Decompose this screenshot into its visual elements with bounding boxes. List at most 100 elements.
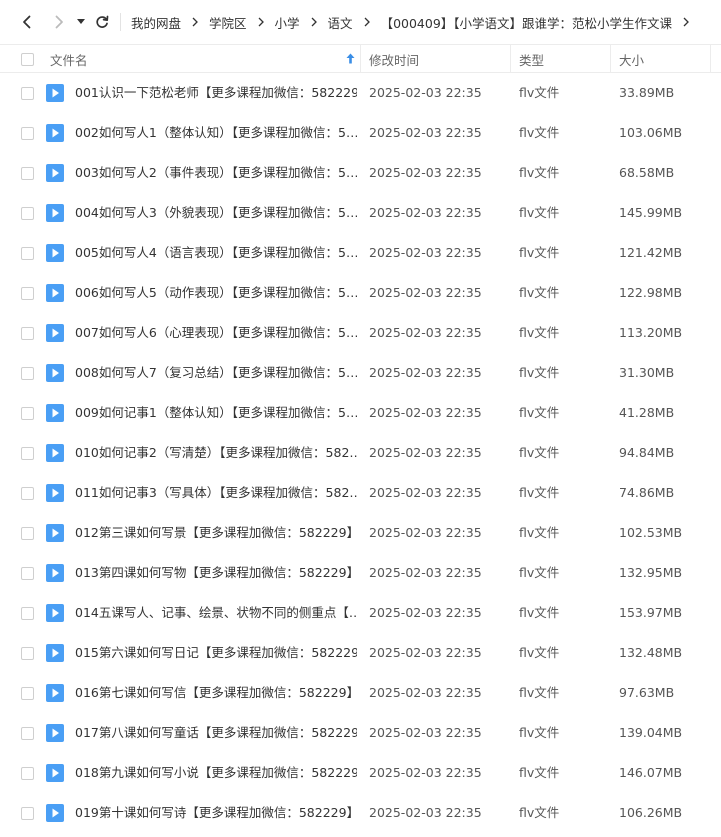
row-checkbox[interactable] bbox=[21, 367, 34, 380]
row-checkbox[interactable] bbox=[21, 607, 34, 620]
file-name[interactable]: 013第四课如何写物【更多课程加微信：582229】… bbox=[75, 553, 357, 593]
file-row[interactable]: 010如何记事2（写清楚）【更多课程加微信：582… 2025-02-03 22:… bbox=[0, 433, 721, 473]
file-name[interactable]: 004如何写人3（外貌表现）【更多课程加微信：5… bbox=[75, 193, 357, 233]
file-row[interactable]: 013第四课如何写物【更多课程加微信：582229】… 2025-02-03 22… bbox=[0, 553, 721, 593]
file-modified: 2025-02-03 22:35 bbox=[369, 445, 482, 460]
column-header-type[interactable]: 类型 bbox=[510, 45, 610, 73]
forward-button[interactable] bbox=[44, 7, 74, 37]
file-name[interactable]: 014五课写人、记事、绘景、状物不同的侧重点【… bbox=[75, 593, 357, 633]
file-row[interactable]: 017第八课如何写童话【更多课程加微信：582229… 2025-02-03 22… bbox=[0, 713, 721, 753]
file-row[interactable]: 019第十课如何写诗【更多课程加微信：582229】… 2025-02-03 22… bbox=[0, 793, 721, 833]
breadcrumb-item[interactable]: 我的网盘 bbox=[131, 13, 181, 32]
file-row[interactable]: 011如何记事3（写具体）【更多课程加微信：582… 2025-02-03 22:… bbox=[0, 473, 721, 513]
file-name[interactable]: 003如何写人2（事件表现）【更多课程加微信：5… bbox=[75, 153, 357, 193]
file-type: flv文件 bbox=[519, 565, 560, 580]
row-checkbox[interactable] bbox=[21, 207, 34, 220]
row-checkbox[interactable] bbox=[21, 567, 34, 580]
file-modified: 2025-02-03 22:35 bbox=[369, 805, 482, 820]
file-name[interactable]: 002如何写人1（整体认知）【更多课程加微信：5… bbox=[75, 113, 357, 153]
breadcrumb-item[interactable]: 语文 bbox=[328, 13, 353, 32]
row-checkbox[interactable] bbox=[21, 447, 34, 460]
file-modified: 2025-02-03 22:35 bbox=[369, 725, 482, 740]
toolbar: 我的网盘 学院区 小学 语文 【000409】【小学语文】跟谁学：范松小学生作文… bbox=[0, 0, 721, 44]
file-size: 33.89MB bbox=[619, 85, 675, 100]
column-type-label: 类型 bbox=[519, 52, 545, 68]
file-modified: 2025-02-03 22:35 bbox=[369, 685, 482, 700]
file-modified: 2025-02-03 22:35 bbox=[369, 765, 482, 780]
video-file-icon bbox=[46, 364, 64, 382]
file-name[interactable]: 011如何记事3（写具体）【更多课程加微信：582… bbox=[75, 473, 357, 513]
file-row[interactable]: 005如何写人4（语言表现）【更多课程加微信：5… 2025-02-03 22:3… bbox=[0, 233, 721, 273]
breadcrumb-item-current[interactable]: 【000409】【小学语文】跟谁学：范松小学生作文课 bbox=[381, 13, 672, 32]
file-size: 31.30MB bbox=[619, 365, 675, 380]
file-name[interactable]: 009如何记事1（整体认知）【更多课程加微信：5… bbox=[75, 393, 357, 433]
file-modified: 2025-02-03 22:35 bbox=[369, 245, 482, 260]
file-row[interactable]: 018第九课如何写小说【更多课程加微信：582229… 2025-02-03 22… bbox=[0, 753, 721, 793]
file-row[interactable]: 014五课写人、记事、绘景、状物不同的侧重点【… 2025-02-03 22:35… bbox=[0, 593, 721, 633]
column-header-size[interactable]: 大小 bbox=[610, 45, 710, 73]
file-size: 41.28MB bbox=[619, 405, 675, 420]
file-type: flv文件 bbox=[519, 445, 560, 460]
chevron-right-icon bbox=[311, 17, 317, 27]
sort-ascending-icon[interactable] bbox=[346, 53, 355, 64]
file-row[interactable]: 009如何记事1（整体认知）【更多课程加微信：5… 2025-02-03 22:3… bbox=[0, 393, 721, 433]
file-row[interactable]: 016第七课如何写信【更多课程加微信：582229】… 2025-02-03 22… bbox=[0, 673, 721, 713]
file-name[interactable]: 018第九课如何写小说【更多课程加微信：582229… bbox=[75, 753, 357, 793]
file-name[interactable]: 001认识一下范松老师【更多课程加微信：582229… bbox=[75, 73, 357, 113]
row-checkbox[interactable] bbox=[21, 807, 34, 820]
video-file-icon bbox=[46, 84, 64, 102]
file-name[interactable]: 008如何写人7（复习总结）【更多课程加微信：5… bbox=[75, 353, 357, 393]
chevron-left-icon bbox=[23, 15, 31, 29]
file-row[interactable]: 012第三课如何写景【更多课程加微信：582229】… 2025-02-03 22… bbox=[0, 513, 721, 553]
file-name[interactable]: 012第三课如何写景【更多课程加微信：582229】… bbox=[75, 513, 357, 553]
file-row[interactable]: 007如何写人6（心理表现）【更多课程加微信：5… 2025-02-03 22:3… bbox=[0, 313, 721, 353]
file-modified: 2025-02-03 22:35 bbox=[369, 565, 482, 580]
file-name[interactable]: 006如何写人5（动作表现）【更多课程加微信：5… bbox=[75, 273, 357, 313]
row-checkbox[interactable] bbox=[21, 487, 34, 500]
row-checkbox[interactable] bbox=[21, 727, 34, 740]
column-modified-label: 修改时间 bbox=[369, 52, 420, 68]
row-checkbox[interactable] bbox=[21, 527, 34, 540]
file-size: 121.42MB bbox=[619, 245, 683, 260]
row-checkbox[interactable] bbox=[21, 767, 34, 780]
file-name[interactable]: 007如何写人6（心理表现）【更多课程加微信：5… bbox=[75, 313, 357, 353]
file-type: flv文件 bbox=[519, 605, 560, 620]
column-header-name[interactable]: 文件名 bbox=[50, 45, 360, 73]
file-row[interactable]: 001认识一下范松老师【更多课程加微信：582229… 2025-02-03 22… bbox=[0, 73, 721, 113]
chevron-right-icon bbox=[258, 17, 264, 27]
file-name[interactable]: 010如何记事2（写清楚）【更多课程加微信：582… bbox=[75, 433, 357, 473]
row-checkbox[interactable] bbox=[21, 87, 34, 100]
chevron-right-icon bbox=[192, 17, 198, 27]
file-row[interactable]: 008如何写人7（复习总结）【更多课程加微信：5… 2025-02-03 22:3… bbox=[0, 353, 721, 393]
breadcrumb-item[interactable]: 学院区 bbox=[209, 13, 247, 32]
back-button[interactable] bbox=[12, 7, 42, 37]
select-all-checkbox[interactable] bbox=[21, 45, 34, 73]
row-checkbox[interactable] bbox=[21, 247, 34, 260]
breadcrumb-item[interactable]: 小学 bbox=[275, 13, 300, 32]
file-type: flv文件 bbox=[519, 165, 560, 180]
row-checkbox[interactable] bbox=[21, 167, 34, 180]
row-checkbox[interactable] bbox=[21, 327, 34, 340]
refresh-button[interactable] bbox=[90, 7, 114, 37]
video-file-icon bbox=[46, 204, 64, 222]
row-checkbox[interactable] bbox=[21, 127, 34, 140]
file-row[interactable]: 006如何写人5（动作表现）【更多课程加微信：5… 2025-02-03 22:3… bbox=[0, 273, 721, 313]
file-name[interactable]: 015第六课如何写日记【更多课程加微信：582229… bbox=[75, 633, 357, 673]
file-row[interactable]: 002如何写人1（整体认知）【更多课程加微信：5… 2025-02-03 22:3… bbox=[0, 113, 721, 153]
file-name[interactable]: 019第十课如何写诗【更多课程加微信：582229】… bbox=[75, 793, 357, 833]
column-header-modified[interactable]: 修改时间 bbox=[360, 45, 510, 73]
file-row[interactable]: 003如何写人2（事件表现）【更多课程加微信：5… 2025-02-03 22:3… bbox=[0, 153, 721, 193]
file-row[interactable]: 004如何写人3（外貌表现）【更多课程加微信：5… 2025-02-03 22:3… bbox=[0, 193, 721, 233]
row-checkbox[interactable] bbox=[21, 647, 34, 660]
video-file-icon bbox=[46, 324, 64, 342]
file-row[interactable]: 015第六课如何写日记【更多课程加微信：582229… 2025-02-03 22… bbox=[0, 633, 721, 673]
file-name[interactable]: 017第八课如何写童话【更多课程加微信：582229… bbox=[75, 713, 357, 753]
row-checkbox[interactable] bbox=[21, 687, 34, 700]
row-checkbox[interactable] bbox=[21, 407, 34, 420]
row-checkbox[interactable] bbox=[21, 287, 34, 300]
video-file-icon bbox=[46, 124, 64, 142]
file-size: 139.04MB bbox=[619, 725, 683, 740]
file-name[interactable]: 016第七课如何写信【更多课程加微信：582229】… bbox=[75, 673, 357, 713]
file-name[interactable]: 005如何写人4（语言表现）【更多课程加微信：5… bbox=[75, 233, 357, 273]
history-dropdown-button[interactable] bbox=[74, 7, 88, 37]
